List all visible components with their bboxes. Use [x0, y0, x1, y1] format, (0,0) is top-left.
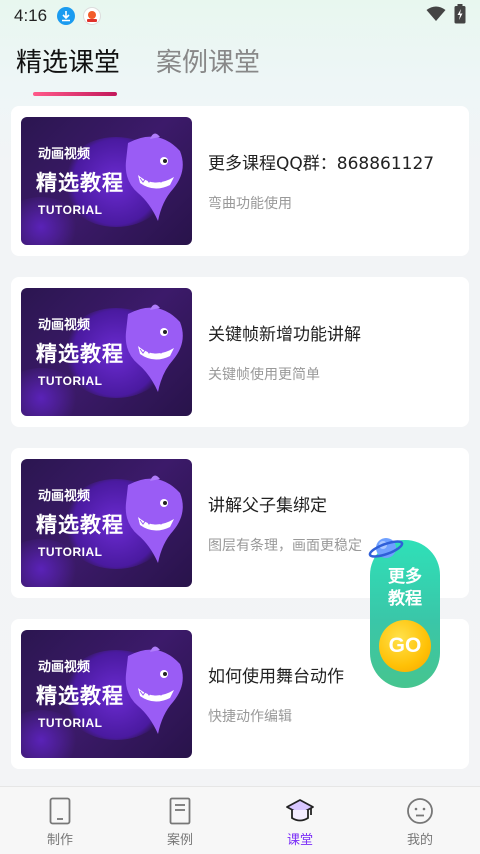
wifi-icon — [426, 6, 446, 26]
go-badge[interactable]: GO — [379, 620, 431, 672]
top-tabs: 精选课堂 案例课堂 — [16, 42, 260, 89]
planet-icon — [368, 538, 404, 558]
course-title: 讲解父子集绑定 — [208, 496, 327, 516]
tablet-icon — [49, 797, 71, 825]
nav-item-cases[interactable]: 案例 — [120, 787, 240, 854]
course-subtitle: 关键帧使用更简单 — [208, 367, 320, 383]
tab-case-classroom[interactable]: 案例课堂 — [156, 42, 260, 89]
thumbnail-tutorial: TUTORIAL — [38, 203, 103, 217]
course-thumbnail: 动画视频 精选教程 TUTORIAL — [21, 459, 192, 587]
course-subtitle: 图层有条理，画面更稳定 — [208, 538, 362, 554]
course-subtitle: 快捷动作编辑 — [208, 709, 292, 725]
course-subtitle: 弯曲功能使用 — [208, 196, 292, 212]
shark-mascot-icon — [125, 304, 183, 392]
nav-item-classroom[interactable]: 课堂 — [240, 787, 360, 854]
thumbnail-tutorial: TUTORIAL — [38, 545, 103, 559]
course-thumbnail: 动画视频 精选教程 TUTORIAL — [21, 630, 192, 758]
nav-label-cases: 案例 — [166, 833, 193, 848]
more-tutorials-button[interactable]: 更多 教程 GO — [368, 538, 440, 688]
nav-item-make[interactable]: 制作 — [0, 787, 120, 854]
nav-item-mine[interactable]: 我的 — [360, 787, 480, 854]
battery-icon — [454, 4, 466, 28]
shark-mascot-icon — [125, 133, 183, 221]
thumbnail-title: 精选教程 — [36, 513, 124, 537]
document-icon — [169, 797, 191, 825]
thumbnail-title: 精选教程 — [36, 684, 124, 708]
shark-mascot-icon — [125, 475, 183, 563]
course-card[interactable]: 动画视频 精选教程 TUTORIAL 更多课程QQ群：868861127 弯曲功… — [11, 106, 469, 256]
course-card[interactable]: 动画视频 精选教程 TUTORIAL 关键帧新增功能讲解 关键帧使用更简单 — [11, 277, 469, 427]
course-thumbnail: 动画视频 精选教程 TUTORIAL — [21, 288, 192, 416]
tab-selected-classroom[interactable]: 精选课堂 — [16, 42, 120, 89]
smiley-face-icon — [407, 798, 433, 824]
status-time: 4:16 — [14, 6, 48, 25]
status-bar: 4:16 — [0, 0, 480, 32]
thumbnail-caption: 动画视频 — [38, 318, 91, 333]
course-title: 关键帧新增功能讲解 — [208, 325, 361, 345]
thumbnail-caption: 动画视频 — [38, 147, 91, 162]
thumbnail-title: 精选教程 — [36, 342, 124, 366]
course-title: 更多课程QQ群：868861127 — [208, 154, 435, 174]
nav-label-make: 制作 — [46, 833, 73, 848]
nav-label-classroom: 课堂 — [286, 833, 313, 848]
tab-active-underline — [33, 92, 117, 96]
course-thumbnail: 动画视频 精选教程 TUTORIAL — [21, 117, 192, 245]
thumbnail-title: 精选教程 — [36, 171, 124, 195]
course-title: 如何使用舞台动作 — [208, 667, 344, 687]
graduation-cap-icon — [286, 799, 314, 822]
thumbnail-caption: 动画视频 — [38, 660, 91, 675]
bottom-nav: 制作 案例 课堂 我的 — [0, 786, 480, 854]
shark-mascot-icon — [125, 646, 183, 734]
app-notification-icon — [83, 7, 102, 25]
tutorials-label: 教程 — [388, 589, 422, 609]
thumbnail-tutorial: TUTORIAL — [38, 374, 103, 388]
thumbnail-tutorial: TUTORIAL — [38, 716, 103, 730]
nav-label-mine: 我的 — [406, 833, 433, 848]
more-label: 更多 — [388, 567, 422, 587]
download-icon — [57, 7, 76, 25]
thumbnail-caption: 动画视频 — [38, 489, 91, 504]
